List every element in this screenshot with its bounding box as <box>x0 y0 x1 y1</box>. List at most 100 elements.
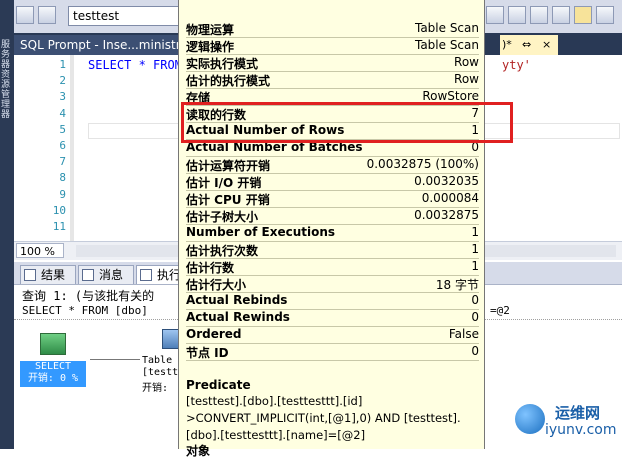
tooltip-row: Actual Rewinds 0 <box>186 309 479 327</box>
grid-icon <box>24 269 36 281</box>
tooltip-value: 1 <box>471 259 479 273</box>
tooltip-value: 1 <box>471 242 479 256</box>
tooltip-key: 估计行数 <box>186 261 235 275</box>
tooltip-row: 物理运算 Table Scan <box>186 20 479 38</box>
plan-icon <box>140 269 152 281</box>
tooltip-value: False <box>448 327 479 341</box>
tab-messages[interactable]: 消息 <box>78 265 134 284</box>
predicate-line: >CONVERT_IMPLICIT(int,[@1],0) AND [testt… <box>186 411 461 425</box>
select-operator-label: SELECT 开销: 0 % <box>20 361 86 387</box>
tooltip-value: 0 <box>471 344 479 358</box>
tooltip-key: 估计 I/O 开销 <box>186 176 262 190</box>
tab-sql-prompt-label: SQL Prompt - Inse...ministra <box>20 38 188 52</box>
tooltip-key: Number of Executions <box>186 225 336 239</box>
tooltip-value: RowStore <box>422 89 479 103</box>
line-number: 4 <box>59 106 66 120</box>
tooltip-row: Number of Executions 1 <box>186 224 479 242</box>
table-scan-cost: 开销: <box>142 383 169 394</box>
table-scan-name: Table <box>142 355 173 366</box>
tooltip-key: 估计行大小 <box>186 278 247 292</box>
operator-tooltip: Predicate [testtest].[dbo].[testtesttt].… <box>178 0 485 458</box>
zoom-select[interactable]: 100 % <box>16 243 64 258</box>
tooltip-key: 估计运算符开销 <box>186 159 271 173</box>
tooltip-key: Actual Rebinds <box>186 293 288 307</box>
database-select[interactable]: testtest <box>68 6 193 26</box>
tooltip-key: 节点 ID <box>186 346 229 360</box>
change-margin <box>70 55 74 241</box>
predicate-text: [testtest].[dbo].[testtesttt].[id] >CONV… <box>186 393 476 444</box>
tooltip-value: 0.0032035 <box>414 174 479 188</box>
predicate-line: [dbo].[testtesttt].[name]=[@2] <box>186 428 366 442</box>
tooltip-row: 估计 CPU 开销 0.000084 <box>186 190 479 208</box>
tab-messages-label: 消息 <box>99 268 124 282</box>
parse-icon[interactable] <box>508 6 526 24</box>
server-explorer-label: 服务器资源管理器 <box>1 40 11 120</box>
line-number: 1 <box>59 58 66 71</box>
connect-icon[interactable] <box>16 6 34 24</box>
tooltip-value: 0.0032875 (100%) <box>366 157 479 171</box>
tab-query-label: )* <box>502 38 512 51</box>
change-connection-icon[interactable] <box>38 6 56 24</box>
tooltip-row: Actual Rebinds 0 <box>186 292 479 310</box>
tooltip-key: 估计子树大小 <box>186 210 259 224</box>
predicate-line: [testtest].[dbo].[testtesttt].[id] <box>186 394 363 408</box>
tooltip-row: Ordered False <box>186 326 479 344</box>
display-plan-icon[interactable] <box>530 6 548 24</box>
line-number: 9 <box>59 187 66 201</box>
tab-results-label: 结果 <box>41 268 66 282</box>
tooltip-value: Row <box>454 72 479 86</box>
tooltip-value: Table Scan <box>414 38 479 52</box>
watermark-cn: 运维网 <box>555 404 601 422</box>
line-number: 8 <box>59 171 66 185</box>
pin-icon[interactable]: ⇔ <box>522 35 531 55</box>
tooltip-value: 18 字节 <box>435 278 479 292</box>
tooltip-row: 估计行大小 18 字节 <box>186 275 479 293</box>
line-number: 11 <box>52 220 66 233</box>
tooltip-row: 节点 ID 0 <box>186 343 479 361</box>
query-sql-text-tail: =@2 <box>490 304 510 317</box>
tooltip-value: Row <box>454 55 479 69</box>
tooltip-value: 0.0032875 <box>414 208 479 222</box>
query-sql-text: SELECT * FROM [dbo] <box>22 304 148 317</box>
watermark-en: iyunv.com <box>545 422 617 438</box>
query-header: 查询 1: (与该批有关的 <box>22 289 155 303</box>
tooltip-row: 估计 I/O 开销 0.0032035 <box>186 173 479 191</box>
tooltip-key: 逻辑操作 <box>186 40 235 54</box>
tab-query-active[interactable]: )* ⇔ × <box>500 35 558 55</box>
line-number: 10 <box>52 203 66 217</box>
tooltip-value: 0 <box>471 293 479 307</box>
tooltip-row: 估计行数 1 <box>186 258 479 276</box>
tooltip-value: Table Scan <box>414 21 479 35</box>
tooltip-value: 1 <box>471 225 479 239</box>
select-operator-name: SELECT <box>34 361 72 372</box>
database-select-value: testtest <box>73 9 120 23</box>
code-line-1-tail[interactable]: yty' <box>502 58 531 72</box>
red-highlight-box <box>181 102 513 143</box>
tooltip-key: 估计 CPU 开销 <box>186 193 270 207</box>
client-statistics-icon[interactable] <box>596 6 614 24</box>
line-number-gutter: 1 2 3 4 5 6 7 8 9 10 11 <box>14 55 70 241</box>
predicate-heading: Predicate <box>186 378 251 392</box>
tooltip-key: 估计的执行模式 <box>186 74 271 88</box>
tooltip-row: 估计子树大小 0.0032875 <box>186 207 479 225</box>
select-operator-icon <box>40 333 66 355</box>
include-actual-plan-icon[interactable] <box>574 6 592 24</box>
query-options-icon[interactable] <box>552 6 570 24</box>
select-operator-cost: 开销: 0 % <box>27 373 79 384</box>
globe-icon <box>515 404 545 434</box>
tab-results[interactable]: 结果 <box>20 265 76 284</box>
execute-icon[interactable] <box>486 6 504 24</box>
tooltip-key: 估计执行次数 <box>186 244 259 258</box>
tooltip-value: 0 <box>471 310 479 324</box>
plan-node-select[interactable]: SELECT 开销: 0 % <box>20 331 86 389</box>
tooltip-row: 逻辑操作 Table Scan <box>186 37 479 55</box>
server-explorer-strip[interactable]: 服务器资源管理器 <box>0 0 14 449</box>
line-number: 7 <box>59 155 66 169</box>
object-heading: 对象 <box>186 444 211 458</box>
close-icon[interactable]: × <box>542 35 551 55</box>
tab-sql-prompt[interactable]: SQL Prompt - Inse...ministra <box>14 35 190 55</box>
line-number: 5 <box>59 122 66 136</box>
code-line-1[interactable]: SELECT * FROM <box>88 58 182 72</box>
tooltip-value: 0.000084 <box>421 191 479 205</box>
line-number: 2 <box>59 74 66 88</box>
